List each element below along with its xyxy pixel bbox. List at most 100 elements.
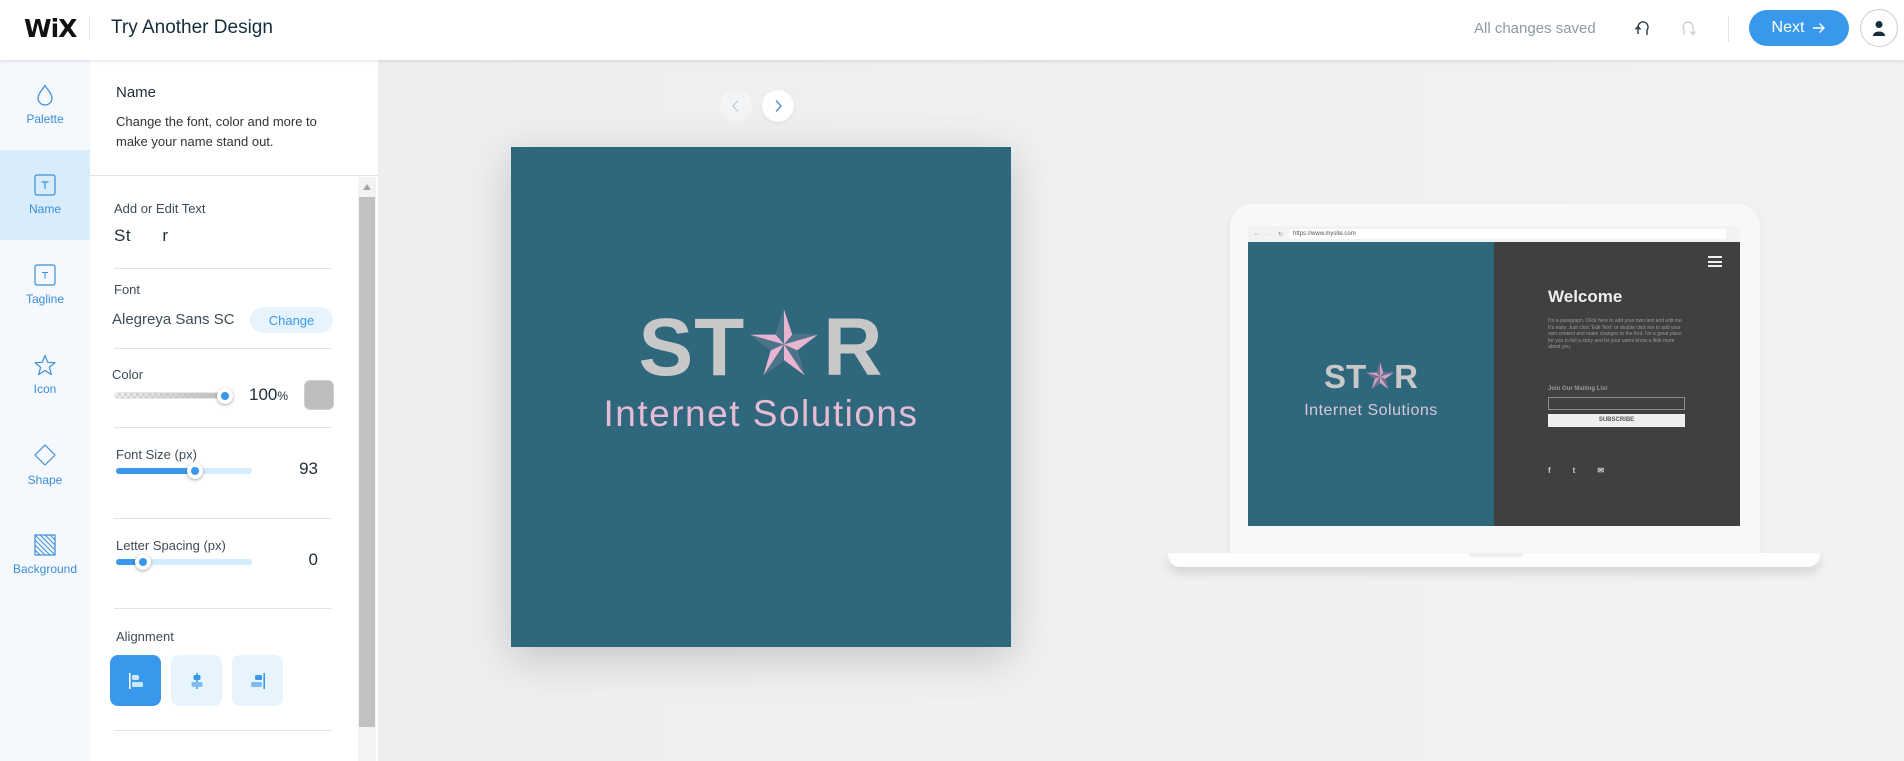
subscribe-button: SUBSCRIBE: [1548, 414, 1685, 427]
chevron-left-icon: [732, 100, 739, 112]
mini-brand-name: ST R: [1248, 360, 1494, 393]
next-button[interactable]: Next: [1749, 10, 1849, 46]
font-size-slider-handle[interactable]: [186, 463, 203, 479]
letter-spacing-slider-handle[interactable]: [135, 554, 152, 570]
font-size-value[interactable]: 93: [299, 459, 318, 479]
name-text-input[interactable]: [114, 223, 324, 249]
reload-icon: ↻: [1278, 231, 1284, 238]
mini-brand-right: R: [1394, 358, 1418, 395]
left-rail: Palette Name Tagline Icon Shape Backgrou…: [0, 60, 90, 761]
scroll-up-arrow[interactable]: [363, 184, 371, 190]
top-bar: WiX Try Another Design All changes saved…: [0, 0, 1904, 60]
panel-title: Name: [116, 84, 157, 101]
save-status: All changes saved: [1474, 20, 1596, 37]
mini-brand-left: ST: [1323, 358, 1367, 395]
nautical-star-icon: [750, 309, 818, 376]
font-label: Font: [114, 282, 141, 297]
letter-spacing-section: Letter Spacing (px) 0: [114, 519, 332, 609]
rail-label: Palette: [26, 112, 64, 126]
social-icons: f t ✉: [1548, 466, 1604, 475]
panel-header: Name Change the font, color and more to …: [90, 60, 378, 176]
laptop-base: [1168, 553, 1820, 567]
brand-name-right: R: [823, 302, 884, 393]
divider: [89, 16, 90, 40]
opacity-number: 100: [249, 385, 278, 404]
droplet-icon: [37, 84, 53, 106]
back-icon: ←: [1254, 231, 1260, 237]
font-section: Font Alegreya Sans SC Change: [112, 269, 333, 349]
preview-canvas: ST R Internet Solutions ← → ↻ https://ww…: [378, 60, 1904, 761]
opacity-slider[interactable]: [114, 392, 224, 399]
undo-icon: [1634, 21, 1649, 35]
letter-spacing-value[interactable]: 0: [309, 550, 318, 570]
rail-label: Background: [12, 562, 78, 576]
color-swatch[interactable]: [304, 380, 334, 410]
facebook-icon: f: [1548, 466, 1551, 475]
alignment-options: [110, 655, 283, 706]
text-section: Add or Edit Text: [114, 177, 332, 269]
menu-icon: [1708, 256, 1722, 267]
previous-design-button[interactable]: [720, 90, 752, 122]
rail-item-name[interactable]: Name: [0, 150, 90, 240]
undo-button[interactable]: [1628, 15, 1656, 43]
user-avatar[interactable]: [1860, 9, 1898, 47]
laptop-screen: ← → ↻ https://www.mysite.com ST R Interne…: [1230, 204, 1760, 554]
forward-icon: →: [1266, 231, 1272, 237]
font-size-slider[interactable]: [116, 468, 252, 474]
brand-name: ST R: [511, 305, 1011, 389]
wix-logo[interactable]: WiX: [24, 14, 77, 43]
welcome-heading: Welcome: [1548, 287, 1623, 306]
opacity-slider-handle[interactable]: [217, 388, 233, 404]
rail-item-shape[interactable]: Shape: [0, 420, 90, 510]
rail-item-background[interactable]: Background: [0, 510, 90, 600]
welcome-paragraph: I'm a paragraph. Click here to add your …: [1548, 318, 1684, 350]
letter-spacing-label: Letter Spacing (px): [116, 538, 226, 553]
arrow-right-icon: [1813, 23, 1826, 33]
twitter-icon: t: [1572, 466, 1576, 475]
mini-tagline: Internet Solutions: [1304, 402, 1438, 419]
font-name: Alegreya Sans SC: [112, 311, 235, 328]
mailing-list-label: Join Our Mailing List: [1548, 386, 1608, 392]
rail-label: Icon: [33, 382, 57, 396]
logo-preview[interactable]: ST R Internet Solutions: [511, 147, 1011, 647]
mailing-email-field: [1548, 397, 1685, 410]
rail-label: Tagline: [25, 292, 65, 306]
site-content: Welcome I'm a paragraph. Click here to a…: [1494, 242, 1740, 526]
url-bar: https://www.mysite.com: [1289, 229, 1726, 239]
rail-label: Name: [28, 202, 61, 216]
align-right-button[interactable]: [232, 655, 283, 706]
rail-item-icon[interactable]: Icon: [0, 330, 90, 420]
panel-scrollbar[interactable]: [358, 177, 376, 761]
text-icon: [34, 264, 56, 286]
change-font-button[interactable]: Change: [250, 307, 333, 333]
chevron-right-icon: [775, 100, 782, 112]
star-icon: [34, 354, 56, 376]
text-label: Add or Edit Text: [114, 201, 206, 216]
brand-tagline: Internet Solutions: [603, 393, 919, 434]
redo-button[interactable]: [1675, 15, 1703, 43]
browser-bar: ← → ↻ https://www.mysite.com: [1248, 226, 1740, 242]
align-left-button[interactable]: [110, 655, 161, 706]
nautical-star-icon: [1366, 362, 1394, 389]
align-left-icon: [128, 672, 143, 689]
font-size-label: Font Size (px): [116, 447, 197, 462]
next-label: Next: [1771, 19, 1805, 36]
diamond-icon: [34, 444, 56, 466]
mail-icon: ✉: [1597, 466, 1605, 475]
divider: [1728, 16, 1729, 42]
brand-name-left: ST: [638, 302, 746, 393]
rail-item-palette[interactable]: Palette: [0, 60, 90, 150]
next-design-button[interactable]: [762, 90, 794, 122]
color-section: Color 100%: [112, 349, 334, 428]
panel-body: Add or Edit Text Font Alegreya Sans SC C…: [90, 177, 378, 761]
alignment-label: Alignment: [116, 629, 174, 644]
laptop-mockup: ← → ↻ https://www.mysite.com ST R Interne…: [1168, 204, 1820, 567]
user-icon: [1873, 21, 1885, 36]
align-center-button[interactable]: [171, 655, 222, 706]
settings-panel: Name Change the font, color and more to …: [90, 60, 378, 761]
page-title: Try Another Design: [111, 17, 273, 38]
scroll-thumb[interactable]: [359, 197, 375, 727]
pattern-icon: [34, 534, 56, 556]
laptop-notch: [1468, 553, 1524, 557]
rail-item-tagline[interactable]: Tagline: [0, 240, 90, 330]
